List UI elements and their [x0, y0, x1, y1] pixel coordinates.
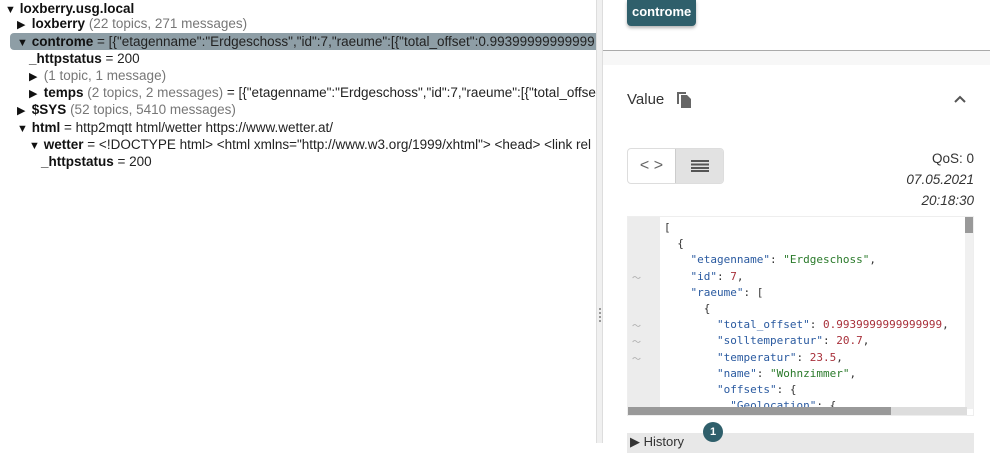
code-line: "total_offset": 0.9939999999999999,: [716, 318, 949, 332]
vertical-scrollbar[interactable]: [965, 217, 973, 409]
view-mode-toggle: < >: [627, 148, 724, 184]
message-date: 07.05.2021: [906, 172, 974, 187]
code-line: "id": 7,: [690, 269, 744, 283]
node-value: = <!DOCTYPE html> <html xmlns="http://ww…: [87, 137, 591, 152]
divider: [603, 50, 990, 65]
code-content: [ { "etagenname": "Erdgeschoss", "id": 7…: [664, 220, 949, 414]
raw-view-button[interactable]: [675, 149, 723, 183]
history-count-badge: 1: [703, 422, 723, 442]
message-time: 20:18:30: [921, 193, 974, 208]
topic-tree: ▼ loxberry.usg.local ▶ loxberry (22 topi…: [0, 0, 596, 443]
node-meta: (2 topics, 2 messages): [87, 85, 224, 100]
topic-breadcrumb-chip[interactable]: controme: [627, 0, 697, 26]
code-line: "etagenname": "Erdgeschoss",: [690, 253, 876, 267]
node-name: $SYS: [31, 102, 67, 117]
drag-handle-icon[interactable]: [599, 308, 601, 322]
tree-node[interactable]: _httpstatus = 200: [0, 50, 596, 67]
copy-icon[interactable]: [677, 92, 691, 108]
lines-icon: [690, 160, 709, 172]
node-meta: (1 topic, 1 message): [43, 68, 167, 83]
node-name: _httpstatus: [29, 51, 102, 66]
code-line: "temperatur": 23.5,: [716, 350, 843, 364]
node-name: controme: [31, 34, 94, 49]
node-meta: (22 topics, 271 messages): [88, 16, 248, 31]
expand-icon: ▶: [630, 434, 644, 449]
code-line: [: [664, 221, 671, 234]
editor-gutter: [628, 217, 660, 409]
tree-node[interactable]: ▶ loxberry (22 topics, 271 messages): [0, 15, 596, 32]
node-value: = [{"etagenname":"Erdgeschoss","id":7,"r…: [226, 85, 596, 100]
caret-right-icon[interactable]: ▶: [17, 103, 28, 120]
node-name: wetter: [43, 137, 84, 152]
history-label: History: [643, 434, 685, 449]
code-line: {: [664, 237, 684, 251]
node-name: _httpstatus: [41, 154, 114, 169]
tree-node[interactable]: ▶ temps (2 topics, 2 messages) = [{"etag…: [0, 84, 596, 101]
pane-splitter[interactable]: [596, 0, 603, 443]
sparkline-icon[interactable]: 〜: [632, 352, 641, 365]
code-line: "name": "Wohnzimmer",: [716, 366, 857, 380]
sparkline-icon[interactable]: 〜: [632, 335, 641, 348]
code-line: "offsets": {: [716, 383, 797, 397]
code-line: "raeume": [: [690, 285, 764, 299]
detail-panel: controme Value < > QoS: 0 07.05.2021 20:…: [603, 0, 990, 453]
tree-node[interactable]: ▶ (1 topic, 1 message): [0, 67, 596, 84]
sparkline-icon[interactable]: 〜: [632, 319, 641, 332]
code-icon: < >: [639, 157, 664, 174]
tree-node[interactable]: ▶ $SYS (52 topics, 5410 messages): [0, 101, 596, 118]
node-name: loxberry: [31, 16, 86, 31]
sparkline-icon[interactable]: 〜: [632, 271, 641, 284]
value-editor[interactable]: [ { "etagenname": "Erdgeschoss", "id": 7…: [627, 216, 974, 416]
code-view-button[interactable]: < >: [628, 149, 675, 183]
node-name: temps: [43, 85, 84, 100]
chevron-up-icon[interactable]: [953, 94, 967, 104]
tree-node[interactable]: ▼ html = http2mqtt html/wetter https://w…: [0, 119, 596, 136]
node-meta: (52 topics, 5410 messages): [70, 102, 236, 117]
tree-node[interactable]: ▼ controme = [{"etagenname":"Erdgeschoss…: [10, 33, 596, 50]
node-value: = [{"etagenname":"Erdgeschoss","id":7,"r…: [97, 34, 595, 49]
tree-node[interactable]: _httpstatus = 200: [0, 153, 596, 170]
value-section-title: Value: [627, 91, 665, 108]
node-value: = 200: [105, 51, 140, 66]
node-name: loxberry.usg.local: [19, 1, 135, 16]
qos-label: QoS: 0: [931, 151, 974, 166]
code-line: "solltemperatur": 20.7,: [716, 334, 870, 348]
node-value: = 200: [117, 154, 152, 169]
caret-right-icon[interactable]: ▶: [17, 17, 28, 34]
code-line: {: [664, 302, 711, 316]
node-name: html: [31, 120, 61, 135]
node-value: = http2mqtt html/wetter https://www.wett…: [64, 120, 334, 135]
horizontal-scrollbar[interactable]: [628, 407, 967, 415]
history-expander[interactable]: ▶ History: [627, 433, 974, 453]
message-meta: QoS: 0 07.05.2021 20:18:30: [906, 148, 974, 211]
tree-node[interactable]: ▼ wetter = <!DOCTYPE html> <html xmlns="…: [0, 136, 596, 153]
